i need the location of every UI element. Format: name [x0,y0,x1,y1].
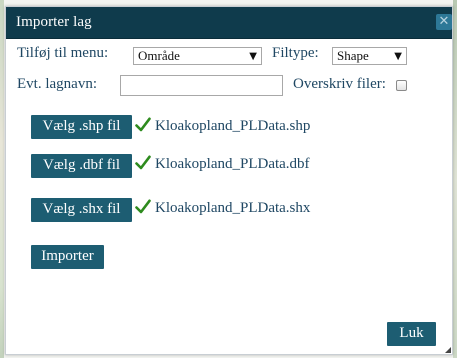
filetype-select[interactable]: Shape ▼ [332,47,407,65]
shp-filename: Kloakopland_PLData.shp [155,118,311,134]
dialog-titlebar[interactable]: Importer lag ✕ [6,7,452,39]
import-button[interactable]: Importer [31,245,104,269]
checkmark-icon [135,117,151,132]
overwrite-label: Overskriv filer: [293,76,386,92]
overwrite-checkbox[interactable] [396,80,407,91]
menu-select[interactable]: Område ▼ [133,47,262,65]
select-dbf-button[interactable]: Vælg .dbf fil [31,154,132,178]
select-shp-button[interactable]: Vælg .shp fil [31,115,132,139]
close-icon[interactable]: ✕ [436,14,452,30]
shx-filename: Kloakopland_PLData.shx [155,200,311,216]
checkmark-icon [135,199,151,214]
backdrop-edge-left [0,0,4,358]
backdrop-edge-right [453,0,457,358]
checkmark-icon [135,155,151,170]
menu-select-value: Område [138,48,180,63]
filetype-label: Filtype: [272,45,319,61]
layername-input[interactable] [120,75,283,96]
chevron-down-icon: ▼ [394,51,402,62]
filetype-select-value: Shape [337,48,369,63]
menu-label: Tilføj til menu: [17,45,109,61]
close-button[interactable]: Luk [387,322,436,346]
layername-label: Evt. lagnavn: [17,76,97,92]
chevron-down-icon: ▼ [249,51,257,62]
dbf-filename: Kloakopland_PLData.dbf [155,156,310,172]
select-shx-button[interactable]: Vælg .shx fil [31,198,132,222]
dialog-title: Importer lag [16,14,92,30]
resize-handle[interactable] [445,347,451,353]
import-layer-dialog: Importer lag ✕ Tilføj til menu: Område ▼… [5,6,453,355]
